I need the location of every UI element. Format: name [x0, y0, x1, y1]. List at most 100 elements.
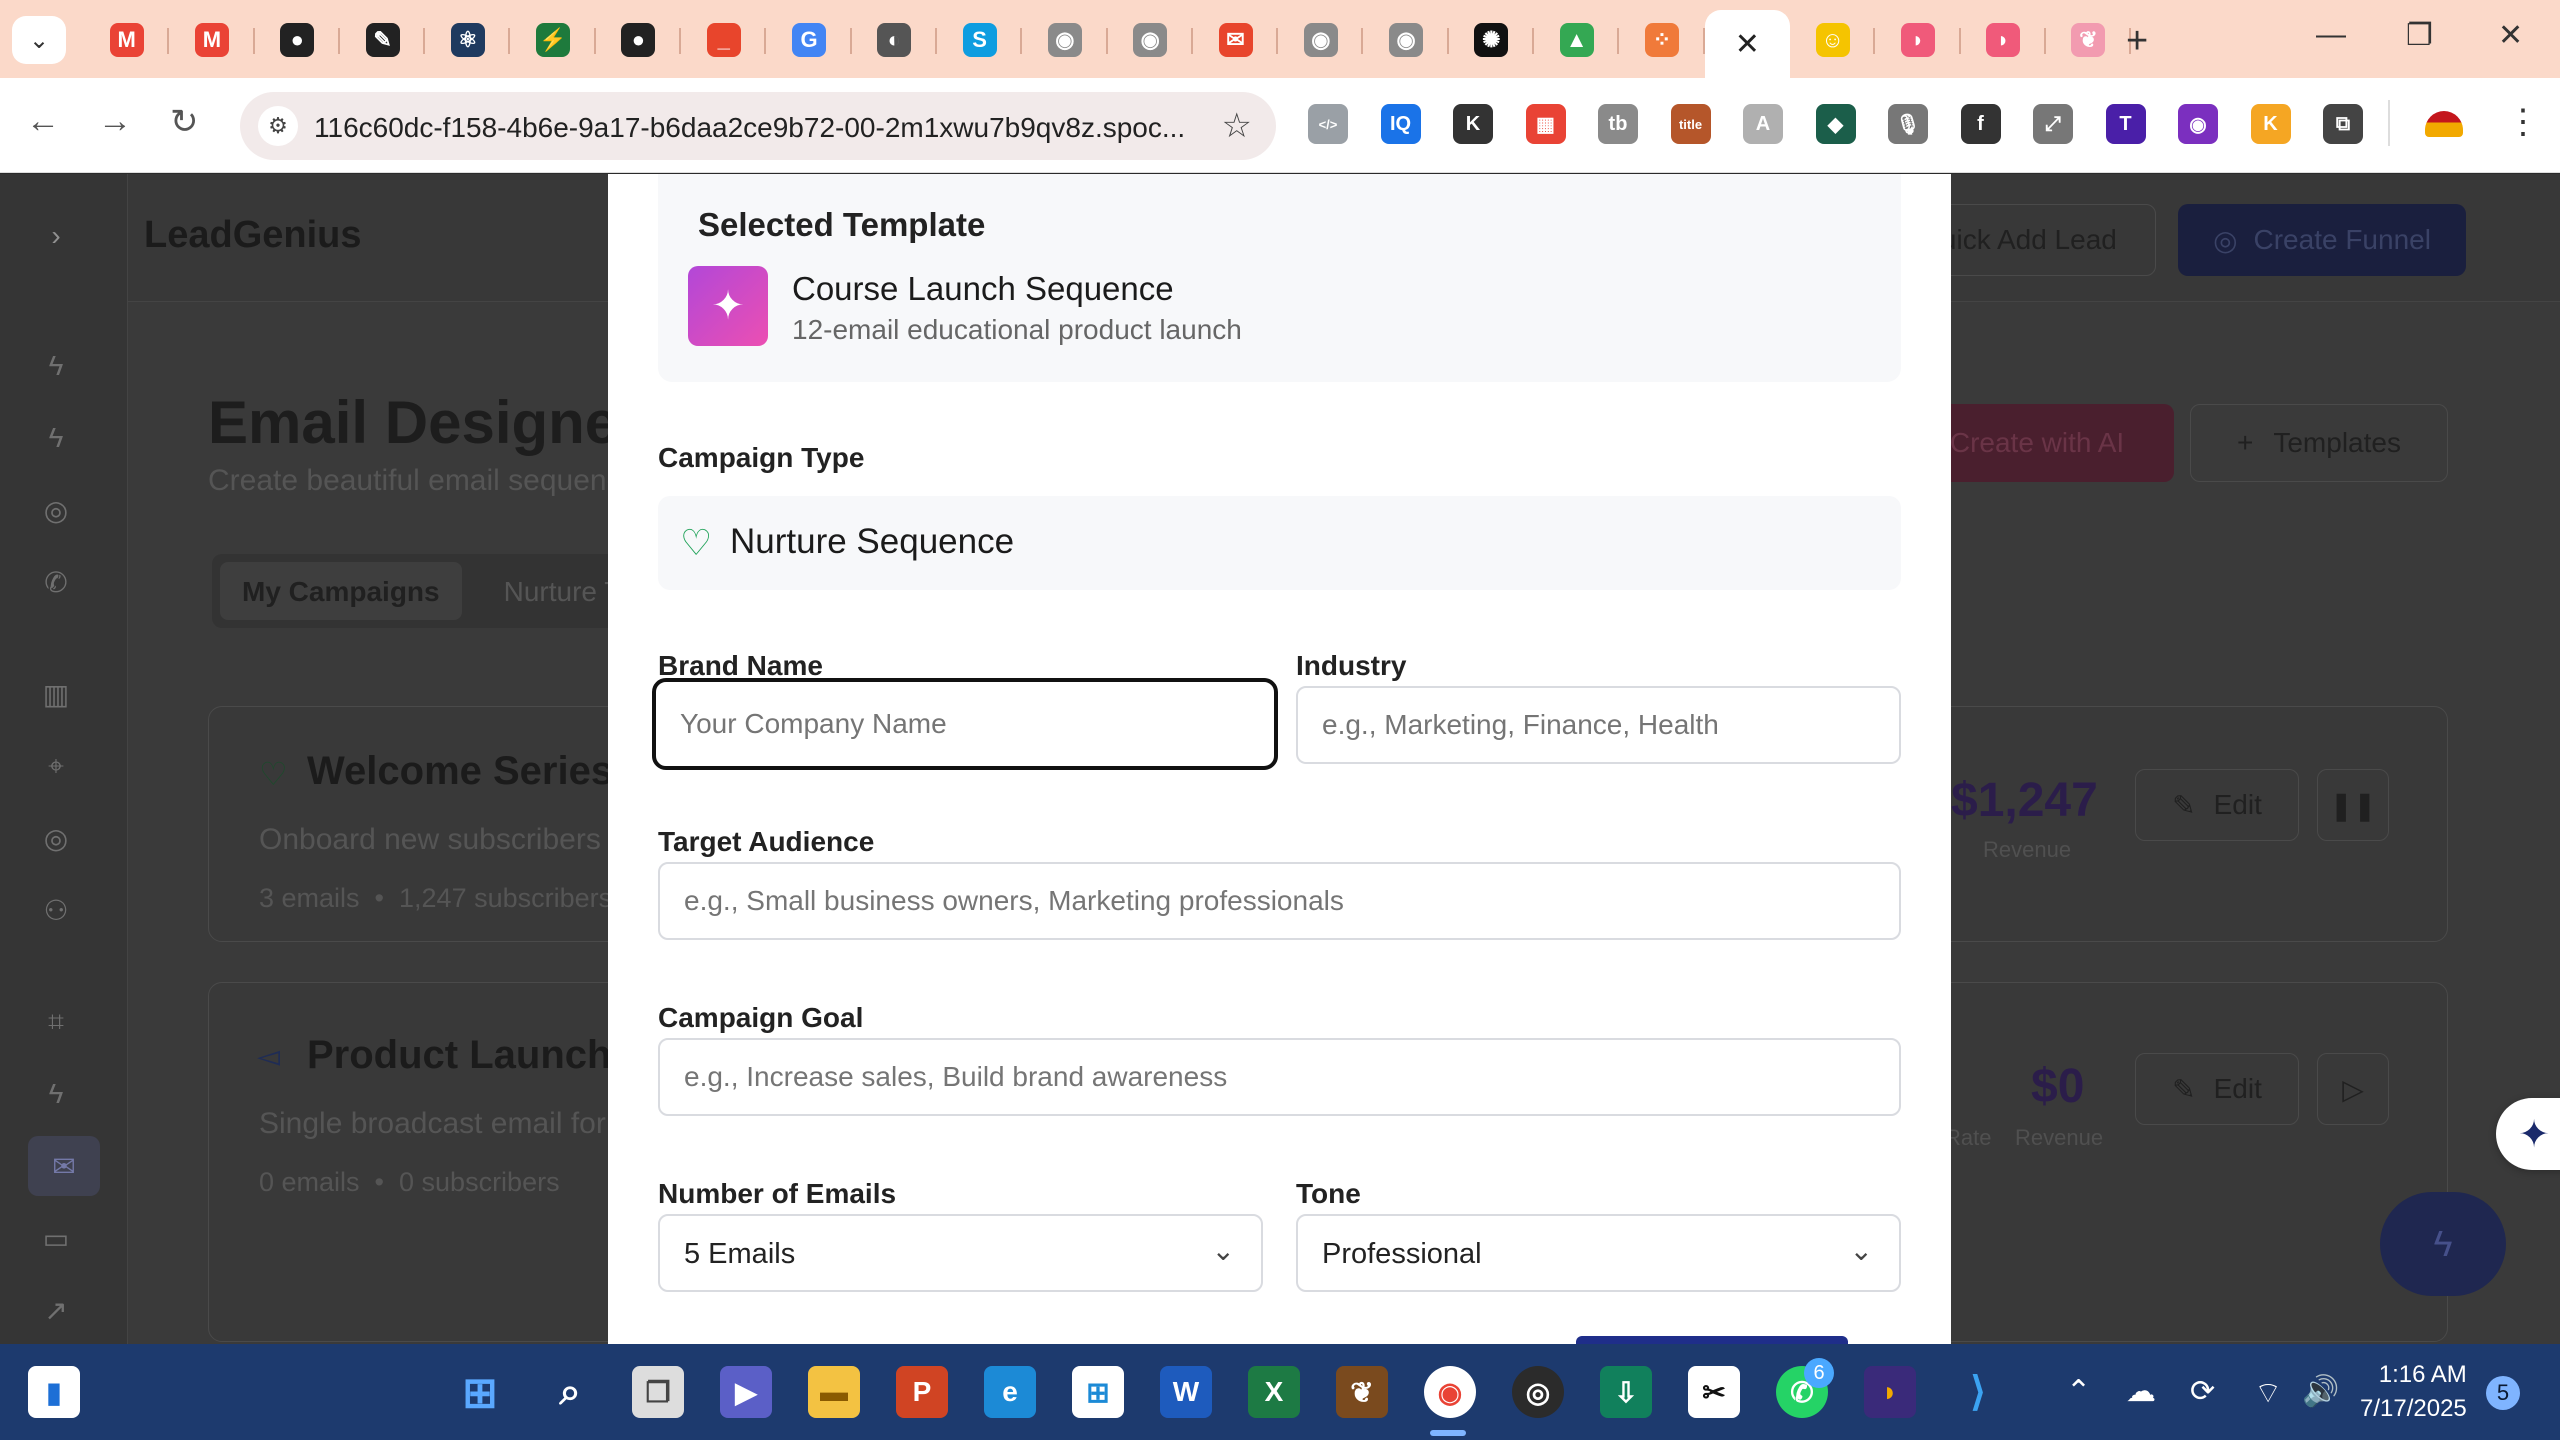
campaign-goal-input[interactable]: [658, 1038, 1901, 1116]
eye-ext-icon[interactable]: ◉: [2178, 104, 2218, 144]
task-view-icon[interactable]: ❐: [632, 1366, 684, 1418]
function-ext-icon[interactable]: f: [1960, 104, 2001, 144]
industry-input[interactable]: [1296, 686, 1901, 764]
browser-tab[interactable]: ◉: [1022, 10, 1108, 70]
site-info-button[interactable]: ⚙: [258, 106, 298, 146]
bar-chart-icon[interactable]: ▥: [36, 674, 76, 714]
create-funnel-button[interactable]: ◎ Create Funnel: [2178, 204, 2466, 276]
windows-start-icon[interactable]: ⊞: [454, 1366, 506, 1418]
trending-icon[interactable]: ↗: [36, 1290, 76, 1330]
browser-menu-button[interactable]: ⋮: [2506, 102, 2540, 142]
browser-tab[interactable]: ◉: [1278, 10, 1364, 70]
browser-tab[interactable]: G: [766, 10, 852, 70]
url-text[interactable]: 116c60dc-f158-4b6e-9a17-b6daa2ce9b72-00-…: [314, 112, 1185, 144]
edit-button[interactable]: ✎ Edit: [2135, 1053, 2299, 1125]
translate-ext-icon[interactable]: A: [1743, 104, 1783, 144]
store-icon[interactable]: ⊞: [1072, 1366, 1124, 1418]
number-of-emails-select[interactable]: 5 Emails ⌄: [658, 1214, 1263, 1292]
address-bar[interactable]: ⚙ 116c60dc-f158-4b6e-9a17-b6daa2ce9b72-0…: [240, 92, 1276, 160]
quick-action-fab[interactable]: ϟ: [2380, 1192, 2506, 1296]
obs-icon[interactable]: ◎: [1512, 1366, 1564, 1418]
expand-sidebar-icon[interactable]: ›: [36, 216, 76, 256]
app-icon[interactable]: ⇩: [1600, 1366, 1652, 1418]
powerpoint-icon[interactable]: P: [896, 1366, 948, 1418]
close-window-button[interactable]: ✕: [2498, 18, 2523, 53]
browser-tab[interactable]: ⚛: [425, 10, 511, 70]
onedrive-icon[interactable]: ☁: [2126, 1374, 2156, 1409]
browser-tab[interactable]: ◗: [1961, 10, 2047, 70]
browser-tab[interactable]: M: [169, 10, 255, 70]
phone-icon[interactable]: ✆: [36, 562, 76, 602]
bolt-icon[interactable]: ϟ: [36, 346, 76, 386]
ai-assistant-button[interactable]: ✦: [2496, 1098, 2560, 1170]
notification-badge[interactable]: 5: [2486, 1376, 2520, 1410]
sync-icon[interactable]: ⟳: [2190, 1374, 2215, 1409]
tab-search-button[interactable]: ⌄: [12, 16, 66, 64]
mic-ext-icon[interactable]: 🎙: [1888, 104, 1928, 144]
templates-button[interactable]: + Templates: [2190, 404, 2448, 482]
play-button[interactable]: ▷: [2317, 1053, 2389, 1125]
iq-ext-icon[interactable]: IQ: [1380, 104, 1421, 144]
tag-icon[interactable]: ⌖: [36, 746, 76, 786]
app-icon[interactable]: ◗: [1864, 1366, 1916, 1418]
tb-ext-icon[interactable]: tb: [1598, 104, 1638, 144]
mail-icon[interactable]: ✉: [28, 1136, 100, 1196]
pause-button[interactable]: ❚❚: [2317, 769, 2389, 841]
app-icon[interactable]: ❦: [1336, 1366, 1388, 1418]
active-browser-tab[interactable]: ✕: [1704, 10, 1790, 78]
wifi-icon[interactable]: ⌔: [2254, 1374, 2282, 1412]
close-icon[interactable]: ✕: [1735, 27, 1760, 62]
code-ext-icon[interactable]: </>: [1308, 104, 1348, 144]
system-clock[interactable]: 1:16 AM 7/17/2025: [2360, 1358, 2467, 1426]
diamond-ext-icon[interactable]: ◆: [1815, 104, 1856, 144]
k-yellow-ext-icon[interactable]: K: [2250, 104, 2291, 144]
browser-tab[interactable]: ✉: [1193, 10, 1279, 70]
browser-tab[interactable]: ☺: [1790, 10, 1876, 70]
edit-button[interactable]: ✎ Edit: [2135, 769, 2299, 841]
teams-icon[interactable]: ▶: [720, 1366, 772, 1418]
chat-icon[interactable]: ▭: [36, 1218, 76, 1258]
browser-tab[interactable]: ⚡: [510, 10, 597, 70]
excel-icon[interactable]: X: [1248, 1366, 1300, 1418]
bolt-icon[interactable]: ϟ: [36, 1074, 76, 1114]
back-button[interactable]: ←: [26, 102, 60, 141]
bolt-icon[interactable]: ϟ: [36, 418, 76, 458]
browser-tab[interactable]: ◗: [1875, 10, 1961, 70]
browser-tab[interactable]: ●: [596, 10, 682, 70]
browser-tab[interactable]: ◉: [1108, 10, 1194, 70]
chrome-icon[interactable]: ◉: [1424, 1366, 1476, 1418]
volume-icon[interactable]: 🔊: [2302, 1374, 2339, 1409]
browser-tab[interactable]: ✺: [1449, 10, 1535, 70]
widgets-icon[interactable]: ▮: [28, 1366, 80, 1418]
users-icon[interactable]: ⚇: [36, 890, 76, 930]
browser-tab[interactable]: S: [937, 10, 1023, 70]
tab-my-campaigns[interactable]: My Campaigns: [220, 562, 462, 620]
browser-tab[interactable]: ▲: [1534, 10, 1620, 70]
capcut-icon[interactable]: ✂: [1688, 1366, 1740, 1418]
palette-ext-icon[interactable]: ▦: [1525, 104, 1566, 144]
puzzle-icon[interactable]: ⧉: [2323, 104, 2363, 144]
edge-icon[interactable]: e: [984, 1366, 1036, 1418]
brand-name-input[interactable]: [652, 678, 1278, 770]
browser-tab[interactable]: ⁘: [1619, 10, 1705, 70]
restore-button[interactable]: ❐: [2406, 18, 2433, 53]
browser-tab[interactable]: ●: [255, 10, 341, 70]
browser-tab[interactable]: ✎: [340, 10, 426, 70]
target-audience-input[interactable]: [658, 862, 1901, 940]
k-ext-icon[interactable]: K: [1453, 104, 1493, 144]
expand-ext-icon[interactable]: ⤢: [2033, 104, 2073, 144]
title-ext-icon[interactable]: title: [1670, 104, 1711, 144]
bookmark-button[interactable]: ☆: [1222, 106, 1252, 146]
browser-tab[interactable]: ◉: [1363, 10, 1450, 70]
tone-select[interactable]: Professional ⌄: [1296, 1214, 1901, 1292]
file-explorer-icon[interactable]: ▬: [808, 1366, 860, 1418]
reload-button[interactable]: ↻: [170, 102, 199, 142]
submit-button-edge[interactable]: [1576, 1336, 1848, 1344]
minimize-button[interactable]: —: [2316, 18, 2346, 52]
profile-avatar[interactable]: [2424, 104, 2464, 144]
browser-tab[interactable]: ❦: [2046, 10, 2132, 70]
vscode-icon[interactable]: ⟩: [1952, 1366, 2004, 1418]
tag-icon[interactable]: ⌗: [36, 1002, 76, 1042]
forward-button[interactable]: →: [98, 102, 132, 141]
word-icon[interactable]: W: [1160, 1366, 1212, 1418]
